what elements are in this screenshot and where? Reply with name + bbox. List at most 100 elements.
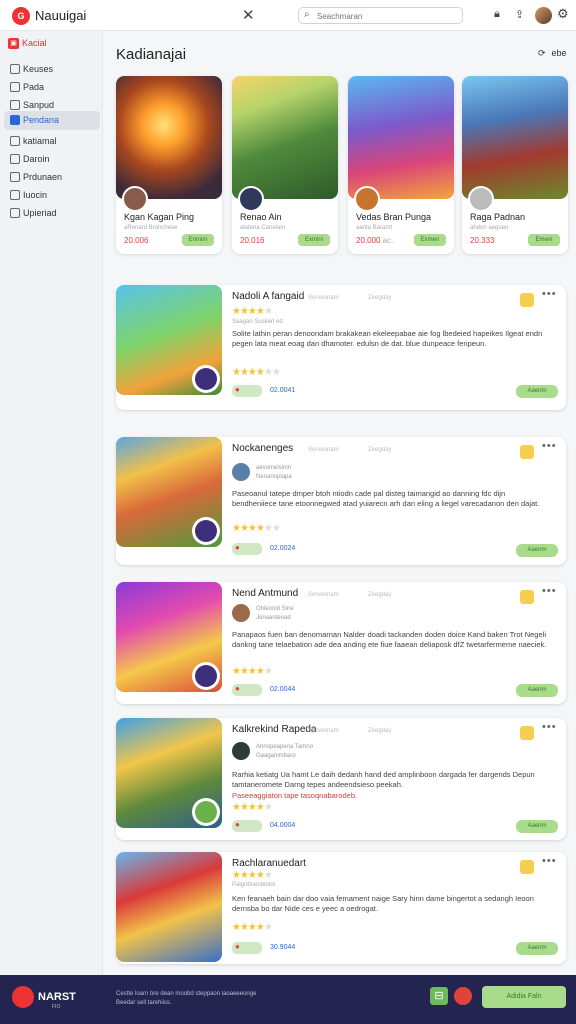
list-item[interactable]: Nockanenges Serveonam Zeegday ••• aevome… — [116, 437, 566, 565]
bookmark-icon[interactable] — [520, 726, 534, 740]
featured-card-1[interactable]: Kgan Kagan Ping aRenard Bronchese 20.006… — [116, 76, 222, 254]
brand-logo[interactable]: G — [12, 7, 30, 25]
featured-card-4[interactable]: Raga Padnan ahdon aegueu 20.333 Emeni — [462, 76, 568, 254]
nav-icon — [10, 208, 20, 218]
footer-logo[interactable] — [12, 986, 34, 1008]
tag-number: 02.0041 — [270, 387, 296, 394]
card-subtitle: aanta Baramt — [356, 225, 393, 231]
card-button[interactable]: Exmini — [298, 234, 330, 246]
avatar — [468, 186, 494, 212]
section-more-link[interactable]: ⟳ ebe — [538, 48, 573, 59]
item-title: Nend Antmund — [232, 588, 299, 599]
footer-text: Cestte loarn bre dean moobd steppaon lao… — [116, 991, 257, 1006]
item-meta: Serveonam — [308, 295, 339, 301]
brand-title: Nauuigai — [35, 8, 87, 23]
item-title: Nockanenges — [232, 443, 294, 454]
install-button[interactable]: Aaenm — [516, 544, 558, 557]
game-art — [116, 76, 222, 199]
settings-icon[interactable]: ⚙ — [557, 6, 569, 22]
sidebar-item-1[interactable]: Keuses — [4, 60, 100, 79]
rating-stars: ★★★★★★ — [232, 523, 281, 534]
card-subtitle: aRenard Bronchese — [124, 225, 178, 231]
sidebar-item-4[interactable]: Pendana — [4, 111, 100, 130]
bookmark-icon[interactable] — [520, 445, 534, 459]
item-meta: Serveonam — [308, 592, 339, 598]
badge — [192, 662, 220, 690]
tag-chip[interactable] — [232, 385, 262, 397]
footer: NARST FIO Cestte loarn bre dean moobd st… — [0, 975, 576, 1024]
search-box[interactable]: ⌕ — [298, 7, 463, 24]
tag-chip[interactable] — [232, 543, 262, 555]
list-item[interactable]: Rachlaranuedart ••• ★★★★★ Palgnbneobioto… — [116, 852, 566, 964]
item-meta: Zeegday — [368, 728, 392, 734]
tag-chip[interactable] — [232, 820, 262, 832]
list-item[interactable]: Nadoli A fangaid Serveonam Zeegday ••• ★… — [116, 285, 566, 410]
refresh-icon: ⟳ — [538, 48, 546, 58]
list-item[interactable]: Kalkrekind Rapeda Serveonam Zeegday ••• … — [116, 718, 566, 840]
item-meta: Serveonam — [308, 447, 339, 453]
rating-stars-secondary: ★★★★★ — [232, 922, 273, 933]
tag-number: 30.9044 — [270, 944, 296, 951]
item-subtitle: Jonaanteoad — [256, 615, 291, 621]
nav-icon — [10, 100, 20, 110]
featured-card-2[interactable]: Renao Ain alatena Canelain 20.016 Exmini — [232, 76, 338, 254]
search-input[interactable] — [315, 9, 459, 24]
card-title: Raga Padnan — [470, 212, 526, 222]
avatar — [232, 463, 250, 481]
more-icon[interactable]: ••• — [542, 585, 557, 597]
badge — [192, 517, 220, 545]
top-bar: G Nauuigai ✕ ⌕ 🔒︎ ⇪ ⚙ — [0, 0, 576, 31]
item-info: aevomelsinin — [256, 465, 292, 471]
close-icon[interactable]: ✕ — [242, 6, 255, 24]
install-button[interactable]: Aaenm — [516, 684, 558, 697]
nav-icon — [10, 154, 20, 164]
share-icon[interactable]: ⇪ — [515, 8, 524, 21]
more-icon[interactable]: ••• — [542, 440, 557, 452]
rating-stars: ★★★★★ — [232, 306, 273, 317]
sidebar-item-5[interactable]: katiamal — [4, 132, 100, 151]
footer-cta-button[interactable]: Adidia Faln — [482, 986, 566, 1008]
card-button[interactable]: Enmim — [182, 234, 214, 246]
sidebar-item-8[interactable]: Iuocin — [4, 186, 100, 205]
bookmark-icon[interactable] — [520, 860, 534, 874]
footer-brand: NARST — [38, 991, 76, 1003]
tag-chip[interactable] — [232, 942, 262, 954]
item-description: Ken feanaeh bain dar doo vaia femament n… — [232, 894, 534, 913]
user-avatar[interactable] — [535, 7, 552, 24]
sidebar-item-9[interactable]: Upieriad — [4, 204, 100, 223]
avatar — [238, 186, 264, 212]
grid-icon[interactable]: ⊟ — [430, 987, 448, 1005]
more-icon[interactable]: ••• — [542, 288, 557, 300]
sidebar-item-6[interactable]: Daroin — [4, 150, 100, 169]
install-button[interactable]: Aaenm — [516, 942, 558, 955]
brand-icon-button[interactable] — [454, 987, 472, 1005]
nav-icon — [10, 136, 20, 146]
item-description: Rarhia ketiatg Ua hamt Le daih dedanh ha… — [232, 770, 535, 789]
lock-icon[interactable]: 🔒︎ — [494, 8, 500, 21]
avatar — [232, 604, 250, 622]
item-meta: Serveonam — [308, 728, 339, 734]
search-icon: ⌕ — [304, 9, 310, 20]
card-price: 20.016 — [240, 236, 265, 245]
sidebar-item-2[interactable]: Pada — [4, 78, 100, 97]
bookmark-icon[interactable] — [520, 293, 534, 307]
sidebar-item-7[interactable]: Prdunaen — [4, 168, 100, 187]
more-icon[interactable]: ••• — [542, 855, 557, 867]
featured-card-3[interactable]: Vedas Bran Punga aanta Baramt 20.000 ac.… — [348, 76, 454, 254]
nav-icon — [10, 190, 20, 200]
card-button[interactable]: Exmen — [414, 234, 446, 246]
more-icon[interactable]: ••• — [542, 721, 557, 733]
item-title: Kalkrekind Rapeda — [232, 724, 317, 735]
install-button[interactable]: Aaenm — [516, 385, 558, 398]
card-price: 20.000 ac. — [356, 236, 394, 245]
footer-small: FIO — [52, 1004, 61, 1010]
rating-stars: ★★★★★ — [232, 870, 273, 881]
card-button[interactable]: Emeni — [528, 234, 560, 246]
bookmark-icon[interactable] — [520, 590, 534, 604]
list-item[interactable]: Nend Antmund Serveonam Zeegday ••• Ohleo… — [116, 582, 566, 704]
item-description: Solite lathin peran denoondam brakakean … — [232, 329, 543, 348]
nav-icon — [10, 64, 20, 74]
card-price: 20.006 — [124, 236, 149, 245]
install-button[interactable]: Aaenm — [516, 820, 558, 833]
tag-chip[interactable] — [232, 684, 262, 696]
